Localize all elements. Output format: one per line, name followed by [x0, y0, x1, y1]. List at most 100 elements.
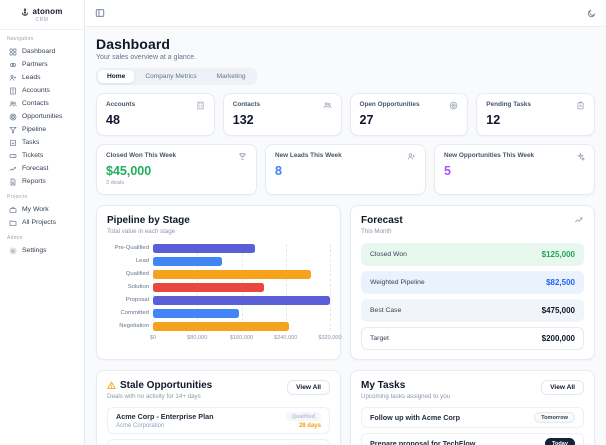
- stat-card-pending-tasks[interactable]: Pending Tasks 12: [476, 93, 595, 136]
- forecast-row: Target $200,000: [361, 327, 584, 350]
- stale-days: 28 days: [298, 423, 321, 429]
- sidebar-item-my-work[interactable]: My Work: [7, 203, 77, 216]
- task-due-badge: Today: [544, 438, 575, 445]
- stale-item[interactable]: TechFlow - Platform License TechFlow Sol…: [107, 439, 330, 445]
- sidebar-item-pipeline[interactable]: Pipeline: [7, 123, 77, 136]
- card-closed-won-week[interactable]: Closed Won This Week $45,000 3 deals: [96, 144, 257, 195]
- trophy-icon: [238, 152, 247, 161]
- chart-category-label: Negotiation: [119, 323, 149, 329]
- nav-section-label: Projects: [7, 194, 28, 200]
- tab-home[interactable]: Home: [98, 70, 135, 83]
- stale-item[interactable]: Acme Corp - Enterprise Plan Acme Corpora…: [107, 407, 330, 434]
- anchor-icon: [21, 7, 29, 16]
- stat-value: 48: [106, 113, 120, 127]
- dashboard-content: Dashboard Your sales overview at a glanc…: [85, 27, 606, 445]
- nav-section-projects: Projects My Work All Projects: [0, 188, 84, 229]
- users-icon: [323, 101, 332, 110]
- theme-toggle-icon[interactable]: [587, 9, 596, 18]
- sidebar-item-settings[interactable]: Settings: [7, 244, 77, 257]
- building-icon: [196, 101, 205, 110]
- forecast-value: $82,500: [546, 278, 575, 287]
- chart-bar[interactable]: [153, 283, 264, 292]
- pipeline-bar-chart: Pre-Qualified Lead Qualified Solution Propos…: [107, 244, 331, 331]
- brand-logo[interactable]: atonom CRM: [0, 0, 84, 30]
- stat-value: 8: [275, 164, 282, 178]
- tasks-view-all-button[interactable]: View All: [541, 380, 584, 395]
- task-due-badge: Tomorrow: [534, 412, 575, 423]
- forecast-value: $475,000: [541, 306, 575, 315]
- sidebar-item-leads[interactable]: Leads: [7, 71, 77, 84]
- forecast-row: Closed Won $125,000: [361, 243, 584, 266]
- chart-bar[interactable]: [153, 257, 223, 266]
- stat-value: 132: [232, 113, 254, 127]
- sidebar-item-accounts[interactable]: Accounts: [7, 84, 77, 97]
- chart-bar[interactable]: [153, 309, 239, 318]
- tab-marketing[interactable]: Marketing: [208, 70, 255, 83]
- stat-card-row: Accounts 48 Contacts 132 Open Opportunit…: [96, 93, 595, 136]
- user-plus-icon: [407, 152, 416, 161]
- sidebar-item-opportunities[interactable]: Opportunities: [7, 110, 77, 123]
- stat-card-contacts[interactable]: Contacts 132: [222, 93, 342, 136]
- stat-value: 5: [444, 164, 451, 178]
- stat-card-accounts[interactable]: Accounts 48: [96, 93, 215, 136]
- stat-value: $45,000: [106, 164, 152, 178]
- target-icon: [449, 101, 458, 110]
- task-list: Follow up with Acme Corp Tomorrow Prepar…: [361, 407, 584, 445]
- forecast-row: Best Case $475,000: [361, 299, 584, 322]
- stat-card-open-opportunities[interactable]: Open Opportunities 27: [349, 93, 469, 136]
- chart-category-labels: Pre-Qualified Lead Qualified Solution Propos…: [107, 244, 149, 331]
- trending-up-icon: [9, 165, 17, 173]
- warning-triangle-icon: [107, 381, 116, 390]
- stat-subtext: 3 deals: [106, 180, 125, 186]
- sidebar-item-dashboard[interactable]: Dashboard: [7, 45, 77, 58]
- building-icon: [9, 87, 17, 95]
- forecast-title: Forecast: [361, 215, 403, 226]
- users-icon: [9, 100, 17, 108]
- user-plus-icon: [9, 74, 17, 82]
- folder-icon: [9, 219, 17, 227]
- sidebar-item-tasks[interactable]: Tasks: [7, 136, 77, 149]
- tab-company-metrics[interactable]: Company Metrics: [136, 70, 205, 83]
- sidebar-item-contacts[interactable]: Contacts: [7, 97, 77, 110]
- card-new-opportunities-week[interactable]: New Opportunities This Week 5: [434, 144, 595, 195]
- axis-tick-label: $80,000: [187, 335, 208, 341]
- sidebar-item-all-projects[interactable]: All Projects: [7, 216, 77, 229]
- gear-icon: [9, 247, 17, 255]
- chart-category-label: Solution: [127, 284, 149, 290]
- bottom-row: Stale Opportunities Deals with no activi…: [96, 370, 595, 445]
- chart-category-label: Proposal: [125, 297, 149, 303]
- tasks-subtitle: Upcoming tasks assigned to you: [361, 393, 451, 400]
- card-new-leads-week[interactable]: New Leads This Week 8: [265, 144, 426, 195]
- topbar: [85, 0, 606, 27]
- chart-bar[interactable]: [153, 244, 256, 253]
- stale-view-all-button[interactable]: View All: [287, 380, 330, 395]
- panel-toggle-icon[interactable]: [95, 8, 105, 18]
- grid-icon: [9, 48, 17, 56]
- task-item[interactable]: Prepare proposal for TechFlow Today: [361, 433, 584, 445]
- stage-badge: Qualified: [285, 412, 321, 421]
- nav-section-navigation: Navigation Dashboard Partners Leads Acco…: [0, 30, 84, 188]
- stat-value: 12: [486, 113, 501, 127]
- sidebar-item-forecast[interactable]: Forecast: [7, 162, 77, 175]
- chart-category-label: Pre-Qualified: [114, 245, 149, 251]
- chart-bar[interactable]: [153, 270, 311, 279]
- chart-bar[interactable]: [153, 296, 330, 305]
- nav-section-label: Navigation: [7, 36, 34, 42]
- chart-title: Pipeline by Stage: [107, 215, 190, 226]
- sidebar-item-partners[interactable]: Partners: [7, 58, 77, 71]
- sidebar: atonom CRM Navigation Dashboard Partners…: [0, 0, 85, 445]
- stale-subtitle: Deals with no activity for 14+ days: [107, 393, 201, 400]
- pipeline-chart-plot: [153, 244, 331, 331]
- sidebar-item-reports[interactable]: Reports: [7, 175, 77, 188]
- ticket-icon: [9, 152, 17, 160]
- chart-bar[interactable]: [153, 322, 289, 331]
- forecast-rows: Closed Won $125,000 Weighted Pipeline $8…: [361, 243, 584, 350]
- brand-subtitle: CRM: [35, 17, 49, 23]
- main-area: Dashboard Your sales overview at a glanc…: [85, 0, 606, 445]
- briefcase-icon: [9, 206, 17, 214]
- task-item[interactable]: Follow up with Acme Corp Tomorrow: [361, 407, 584, 428]
- forecast-row: Weighted Pipeline $82,500: [361, 271, 584, 294]
- chart-gridline: [330, 244, 331, 331]
- forecast-subtitle: This Month: [361, 228, 392, 235]
- sidebar-item-tickets[interactable]: Tickets: [7, 149, 77, 162]
